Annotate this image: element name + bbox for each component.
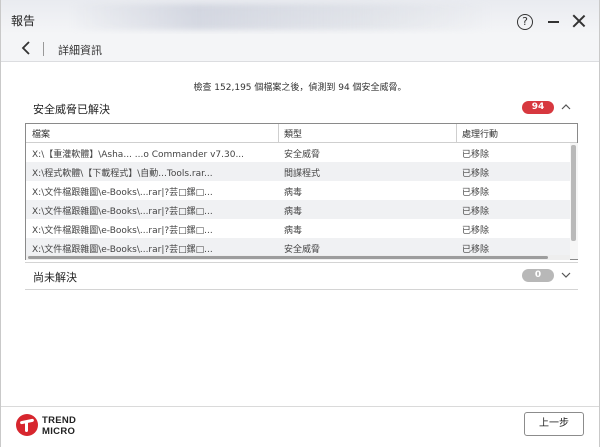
close-icon[interactable] (571, 13, 587, 29)
table-row[interactable]: X:\文件檔跟雜圖\e-Books\...rar|?芸□鏍□... 病毒 已移除 (26, 219, 570, 238)
nav-row: 詳細資訊 (1, 34, 599, 62)
column-header-action[interactable]: 處理行動 (462, 127, 498, 140)
help-icon[interactable]: ? (517, 14, 533, 30)
unresolved-section-title: 尚未解決 (33, 271, 77, 284)
column-header-file[interactable]: 檔案 (32, 127, 50, 140)
report-window: 報告 ? 詳細資訊 檢查 152,195 個檔案之後，偵測到 94 個安全威脅。… (0, 0, 600, 447)
window-title: 報告 (11, 14, 36, 28)
horizontal-scroll-thumb[interactable] (28, 256, 548, 259)
action-cell: 已移除 (462, 188, 490, 198)
horizontal-scrollbar[interactable] (26, 255, 570, 260)
footer-divider (1, 406, 599, 407)
threat-type-cell: 病毒 (284, 226, 303, 236)
action-cell: 已移除 (462, 207, 490, 217)
chevron-down-icon[interactable] (561, 270, 571, 280)
resolved-section-title: 安全威脅已解決 (33, 103, 110, 116)
nav-divider (43, 42, 44, 56)
page-title: 詳細資訊 (58, 44, 102, 57)
logo-line-1: TREND (42, 415, 77, 426)
threat-type-cell: 間諜程式 (284, 169, 321, 179)
section-divider (25, 262, 578, 263)
trend-micro-logo-icon (16, 414, 38, 436)
threat-type-cell: 病毒 (284, 207, 303, 217)
minimize-icon[interactable] (548, 21, 559, 23)
table-row[interactable]: X:\文件檔跟雜圖\e-Books\...rar|?芸□鏍□... 病毒 已移除 (26, 181, 570, 200)
threat-type-cell: 安全威脅 (284, 150, 321, 160)
logo-text: TREND MICRO (42, 415, 76, 437)
table-row[interactable]: X:\【重灌軟體】\Asha... ...o Commander v7.30..… (26, 143, 570, 162)
file-path-cell: X:\程式軟體\【下載程式】\自動...Tools.rar... (32, 169, 213, 179)
column-header-type[interactable]: 類型 (284, 127, 302, 140)
vertical-scroll-thumb[interactable] (571, 145, 576, 241)
title-bar-background (71, 4, 491, 30)
table-row[interactable]: X:\程式軟體\【下載程式】\自動...Tools.rar... 間諜程式 已移… (26, 162, 570, 181)
action-cell: 已移除 (462, 169, 490, 179)
table-body: X:\【重灌軟體】\Asha... ...o Commander v7.30..… (26, 143, 570, 259)
back-arrow-icon[interactable] (19, 40, 33, 56)
file-path-cell: X:\文件檔跟雜圖\e-Books\...rar|?芸□鏍□... (32, 226, 213, 236)
file-path-cell: X:\文件檔跟雜圖\e-Books\...rar|?芸□鏍□... (32, 207, 213, 217)
unresolved-count-badge: 0 (522, 269, 554, 282)
trend-micro-logo: TREND MICRO (16, 414, 86, 440)
action-cell: 已移除 (462, 226, 490, 236)
action-cell: 已移除 (462, 245, 490, 255)
action-cell: 已移除 (462, 150, 490, 160)
logo-line-2: MICRO (42, 426, 76, 437)
scan-summary: 檢查 152,195 個檔案之後，偵測到 94 個安全威脅。 (193, 83, 407, 93)
threats-table: 檔案 類型 處理行動 X:\【重灌軟體】\Asha... ...o Comman… (25, 123, 578, 260)
file-path-cell: X:\文件檔跟雜圖\e-Books\...rar|?芸□鏍□... (32, 245, 213, 255)
section-divider (25, 289, 578, 290)
threat-type-cell: 病毒 (284, 188, 303, 198)
vertical-scrollbar[interactable] (570, 143, 578, 259)
file-path-cell: X:\【重灌軟體】\Asha... ...o Commander v7.30..… (32, 150, 245, 160)
back-step-button[interactable]: 上一步 (524, 412, 584, 436)
column-divider[interactable] (456, 124, 457, 143)
table-row[interactable]: X:\文件檔跟雜圖\e-Books\...rar|?芸□鏍□... 病毒 已移除 (26, 200, 570, 219)
table-header: 檔案 類型 處理行動 (26, 124, 577, 143)
threat-type-cell: 安全威脅 (284, 245, 321, 255)
unresolved-section-header[interactable]: 尚未解決 0 (27, 267, 577, 287)
resolved-count-badge: 94 (522, 101, 554, 114)
column-divider[interactable] (278, 124, 279, 143)
title-bar: 報告 ? (1, 0, 599, 34)
file-path-cell: X:\文件檔跟雜圖\e-Books\...rar|?芸□鏍□... (32, 188, 213, 198)
resolved-section-header[interactable]: 安全威脅已解決 94 (27, 99, 577, 119)
chevron-up-icon[interactable] (561, 102, 571, 112)
